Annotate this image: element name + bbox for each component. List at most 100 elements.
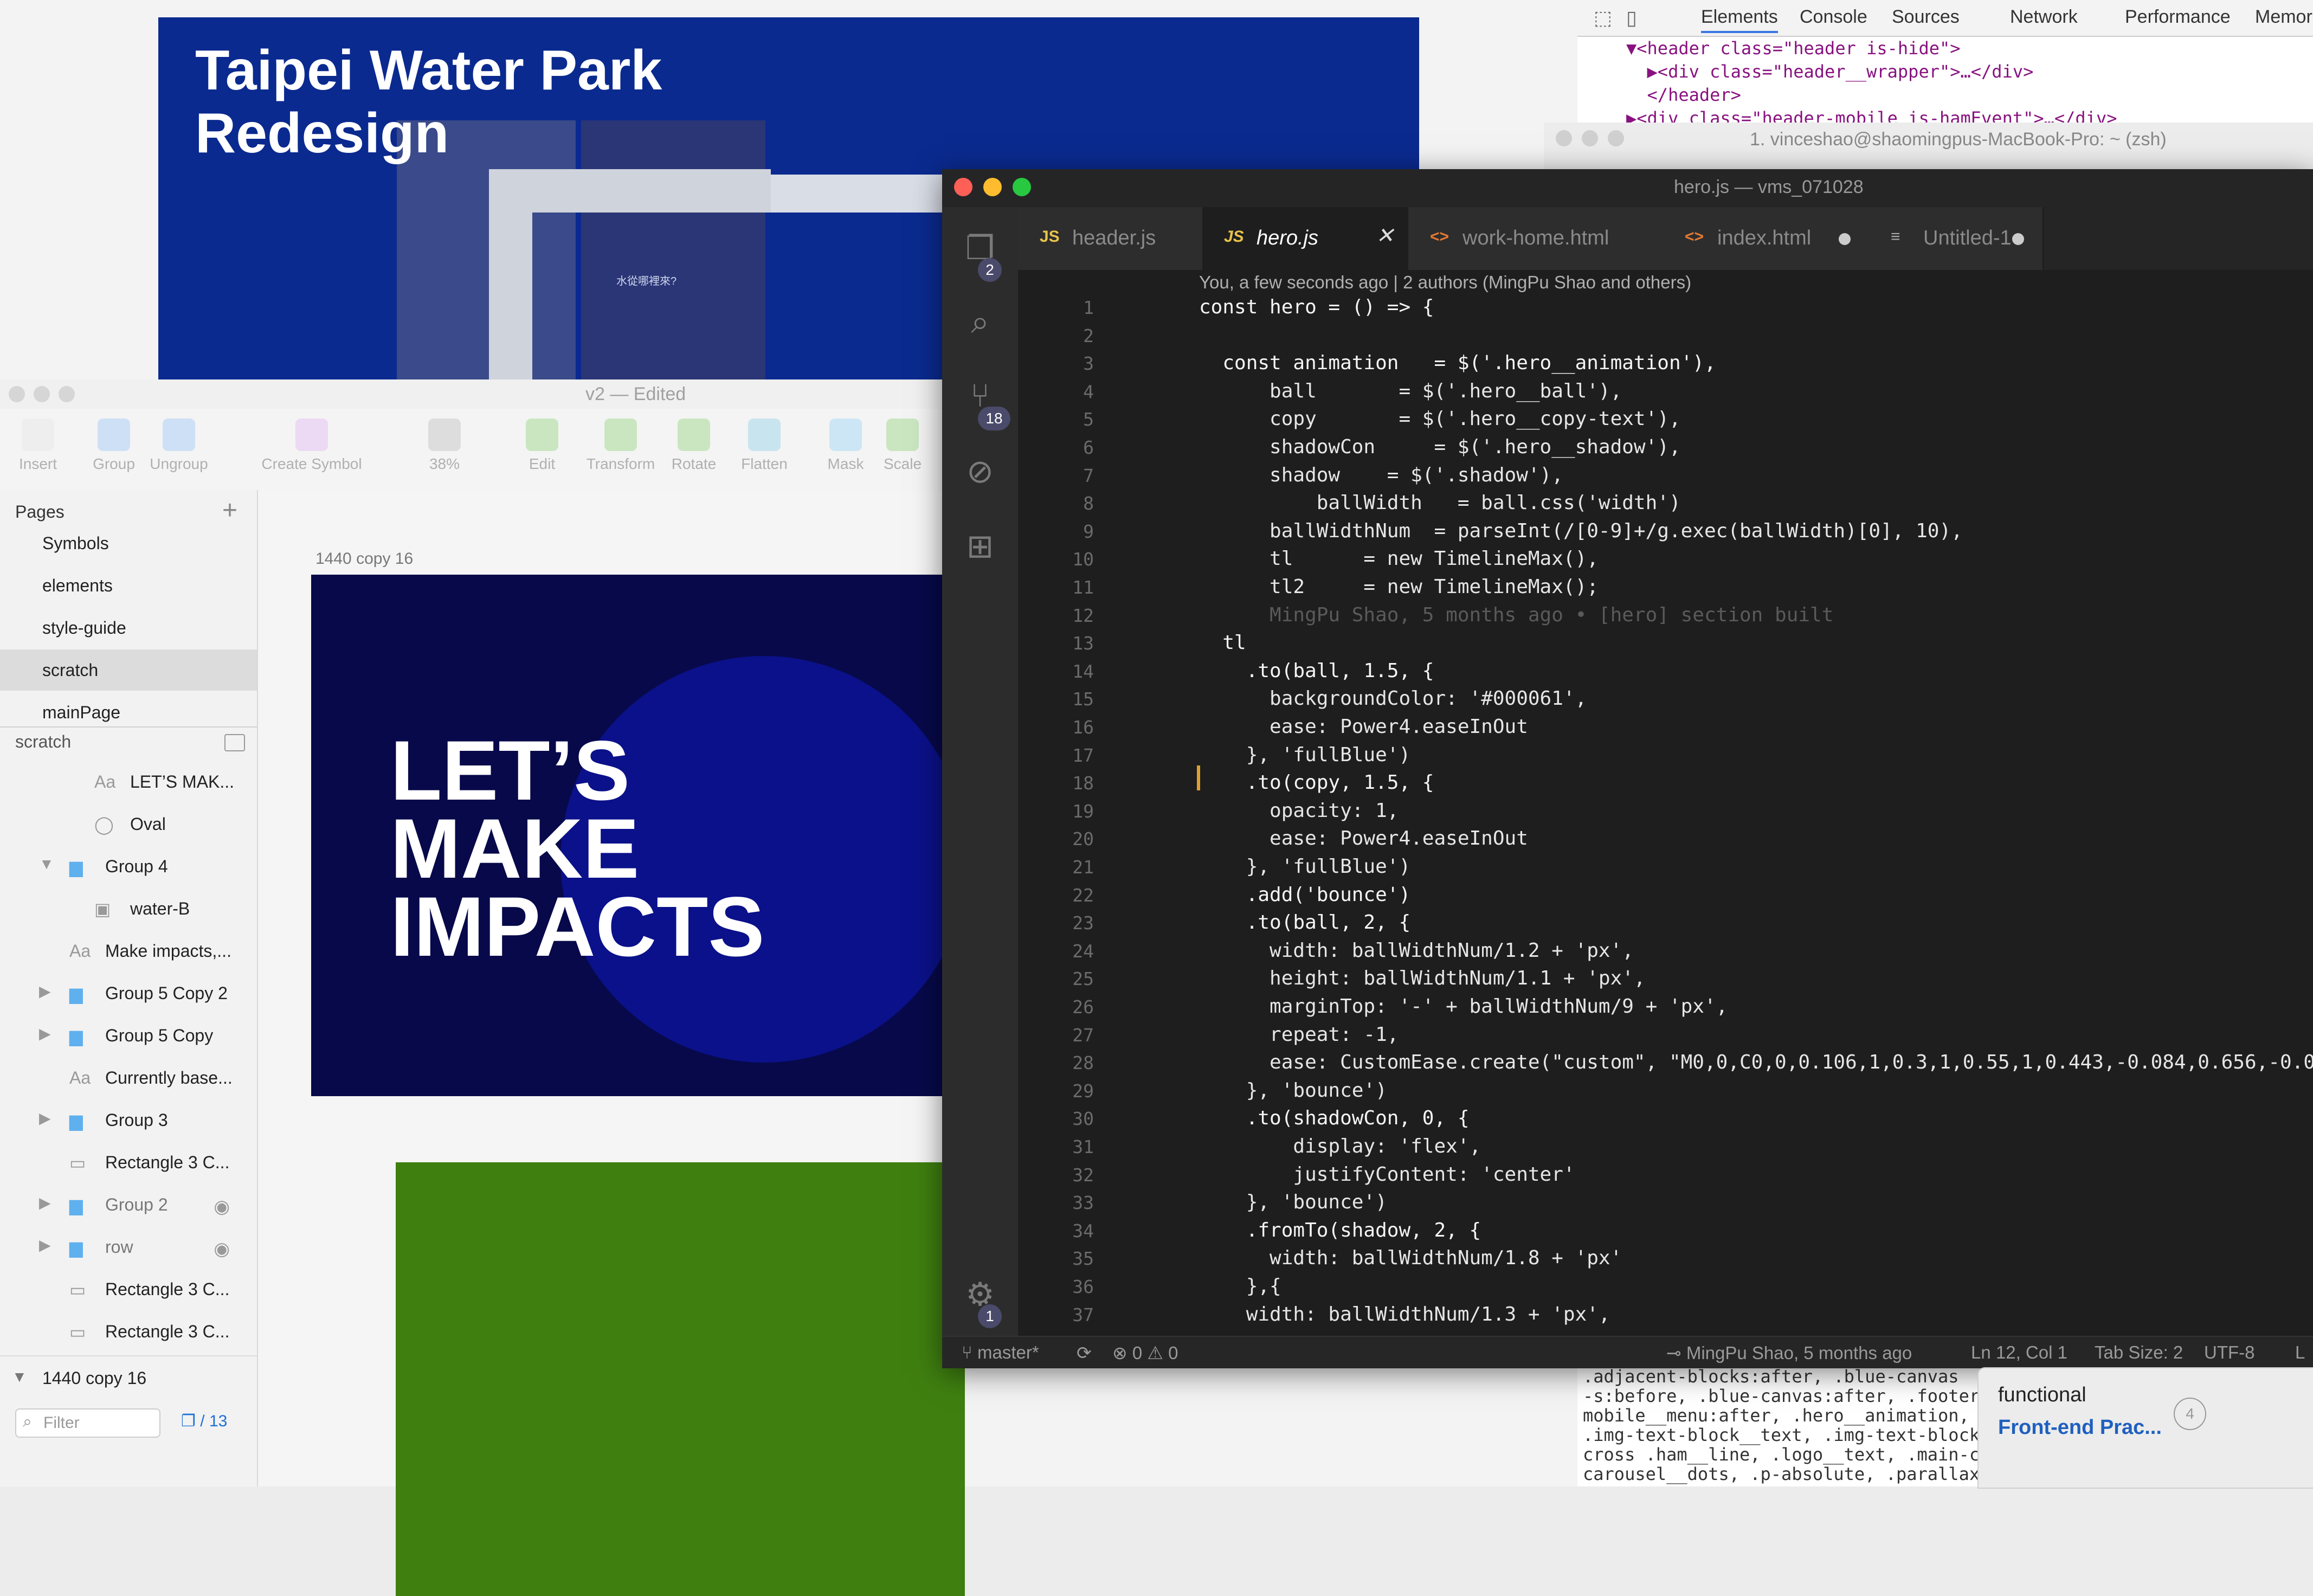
code-line[interactable]: repeat: -1, [1199,1024,1399,1046]
code-line[interactable]: .to(ball, 2, { [1199,911,1410,934]
debug-icon[interactable]: ⊘ [961,452,1000,491]
toolbar-flatten-button[interactable]: Flatten [726,419,802,473]
layer-row[interactable]: ▶ ▆ Group 5 Copy 2 [0,973,257,1015]
code-line[interactable]: },{ [1199,1275,1281,1297]
zoom-window-icon[interactable] [1013,178,1031,196]
eol[interactable]: L [2295,1342,2305,1363]
zoom-window-icon[interactable] [59,386,75,402]
eye-icon[interactable]: ◉ [214,1196,230,1218]
toolbar-rotate-button[interactable]: Rotate [656,419,732,473]
search-icon[interactable]: ⌕ [961,303,1000,342]
add-page-icon[interactable]: + [222,495,237,525]
code-line[interactable]: width: ballWidthNum/1.2 + 'px', [1199,939,1634,962]
close-icon[interactable] [9,386,25,402]
toolbar-scale-button[interactable]: Scale [865,419,940,473]
unsaved-dot-icon[interactable] [1839,233,1851,245]
code-line[interactable]: backgroundColor: '#000061', [1199,687,1587,710]
chevron-right-icon[interactable]: ▶ [39,1194,51,1212]
code-line[interactable]: ball = $('.hero__ball'), [1199,380,1622,402]
layer-row[interactable]: ▭ Rectangle 3 C... [0,1311,257,1353]
code-line[interactable]: ballWidthNum = parseInt(/[0-9]+/g.exec(b… [1199,520,1963,542]
code-line[interactable]: .add('bounce') [1199,884,1410,906]
cursor-position[interactable]: Ln 12, Col 1 [1971,1342,2067,1363]
code-line[interactable]: ease: CustomEase.create("custom", "M0,0,… [1199,1051,2313,1073]
unsaved-dot-icon[interactable] [2012,233,2024,245]
artboard[interactable]: LET’S MAKE IMPACTS [311,575,962,1096]
toolbar-insert-button[interactable]: Insert [0,419,76,473]
toolbar-zoom-button[interactable]: 38% [407,419,482,473]
editor-tab-hero-js[interactable]: JS hero.js ✕ [1202,207,1409,270]
devtools-tab-performance[interactable]: Performance [2125,7,2231,28]
inspect-icon[interactable]: ⬚ [1594,7,1612,29]
notification-subtitle[interactable]: Front-end Prac... [1998,1416,2162,1439]
code-line[interactable]: ease: Power4.easeInOut [1199,827,1528,850]
layer-row[interactable]: ▣ water-B [0,888,257,930]
code-editor[interactable]: You, a few seconds ago | 2 authors (Ming… [1018,270,2313,1336]
devtools-tab-sources[interactable]: Sources [1892,7,1960,28]
devtools-tab-elements[interactable]: Elements [1701,7,1778,33]
layer-row[interactable]: ◯ Oval [0,803,257,846]
devtools-tab-network[interactable]: Network [2010,7,2078,28]
editor-tab-index-html[interactable]: <> index.html [1663,207,1870,270]
code-line[interactable]: }, 'fullBlue') [1199,855,1410,878]
toolbar-ungroup-button[interactable]: Ungroup [141,419,217,473]
dom-node[interactable]: ▼<header class="header is-hide"> [1626,38,1961,59]
blame-status[interactable]: ⊸ MingPu Shao, 5 months ago [1666,1342,1912,1363]
artboard-label[interactable]: 1440 copy 16 [315,550,413,568]
code-line[interactable]: }, 'fullBlue') [1199,744,1410,766]
code-line[interactable]: justifyContent: 'center' [1199,1163,1575,1186]
collapse-icon[interactable] [224,734,245,751]
page-item-elements[interactable]: elements [0,565,257,606]
devtools-tab-console[interactable]: Console [1800,7,1867,28]
document-title[interactable]: v2 — Edited [585,384,686,405]
toolbar-group-button[interactable]: Group [76,419,152,473]
code-line[interactable]: ballWidth = ball.css('width') [1199,492,1681,514]
code-line[interactable]: opacity: 1, [1199,800,1399,822]
chevron-right-icon[interactable]: ▶ [39,1236,51,1254]
layer-row[interactable]: ▶ ▆ Group 5 Copy [0,1015,257,1057]
code-line[interactable]: height: ballWidthNum/1.1 + 'px', [1199,967,1646,989]
chevron-right-icon[interactable]: ▶ [39,982,51,1000]
code-line[interactable]: copy = $('.hero__copy-text'), [1199,408,1681,430]
layer-row[interactable]: ▭ Rectangle 3 C... [0,1269,257,1311]
chevron-right-icon[interactable]: ▶ [39,1025,51,1042]
close-tab-icon[interactable]: ✕ [1376,223,1394,248]
artboard-layer-row[interactable]: ▼ 1440 copy 16 [0,1355,257,1400]
sync-icon[interactable]: ⟳ [1077,1342,1092,1363]
codelens-blame[interactable]: You, a few seconds ago | 2 authors (Ming… [1199,272,1691,293]
code-line[interactable]: .to(ball, 1.5, { [1199,660,1434,682]
code-line[interactable]: .to(copy, 1.5, { [1199,771,1434,794]
inline-blame[interactable]: MingPu Shao, 5 months ago • [hero] secti… [1199,604,1833,626]
code-line[interactable]: }, 'bounce') [1199,1191,1387,1213]
page-item-scratch[interactable]: scratch [0,649,257,691]
code-line[interactable]: .fromTo(shadow, 2, { [1199,1219,1481,1241]
code-line[interactable]: width: ballWidthNum/1.8 + 'px' [1199,1247,1622,1269]
minimize-icon[interactable] [983,178,1002,196]
notification-card[interactable]: functional Front-end Prac... 4 [1977,1367,2313,1489]
code-line[interactable]: .to(shadowCon, 0, { [1199,1107,1470,1129]
toolbar-edit-button[interactable]: Edit [504,419,580,473]
device-icon[interactable]: ▯ [1626,7,1637,29]
layer-row[interactable]: Aa Currently base... [0,1057,257,1099]
encoding[interactable]: UTF-8 [2204,1342,2255,1363]
chevron-down-icon[interactable]: ▼ [39,855,54,873]
code-line[interactable]: shadow = $('.shadow'), [1199,464,1563,486]
code-line[interactable]: }, 'bounce') [1199,1079,1387,1102]
zoom-window-icon[interactable] [1608,130,1624,146]
editor-tab-work-home-html[interactable]: <> work-home.html [1408,207,1664,270]
editor-tab-header-js[interactable]: JS header.js [1018,207,1203,270]
layer-row[interactable]: ▶ ▆ row ◉ [0,1226,257,1269]
code-line[interactable]: const hero = () => { [1199,296,1434,318]
code-line[interactable]: ease: Power4.easeInOut [1199,716,1528,738]
problems-indicator[interactable]: ⊗ 0 ⚠ 0 [1112,1342,1178,1363]
layer-row[interactable]: ▶ ▆ Group 2 ◉ [0,1184,257,1226]
minimize-icon[interactable] [34,386,50,402]
filter-count[interactable]: ❐ / 13 [181,1412,227,1431]
layer-row[interactable]: ▼ ▆ Group 4 [0,846,257,888]
eye-icon[interactable]: ◉ [214,1238,230,1260]
toolbar-transform-button[interactable]: Transform [583,419,659,473]
code-line[interactable]: shadowCon = $('.hero__shadow'), [1199,436,1681,458]
dom-node[interactable]: </header> [1626,85,1741,105]
toolbar-symbol-button[interactable]: Create Symbol [249,419,374,473]
code-line[interactable]: tl = new TimelineMax(), [1199,548,1599,570]
